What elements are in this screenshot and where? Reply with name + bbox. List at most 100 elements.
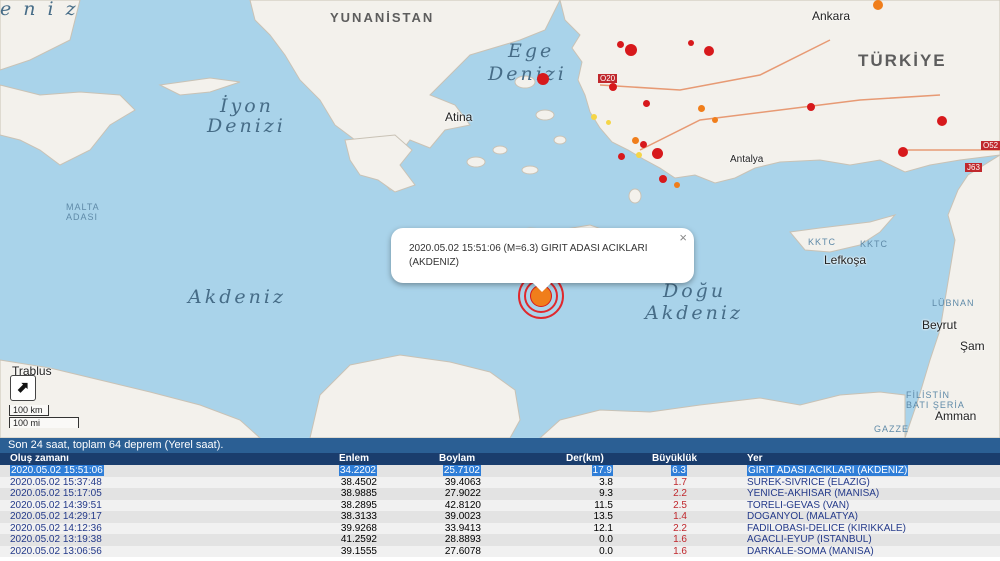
header-time[interactable]: Oluş zamanı bbox=[10, 453, 69, 465]
city-label-amman: Amman bbox=[935, 409, 977, 423]
quake-marker[interactable] bbox=[537, 73, 549, 85]
cell-place: DARKALE-SOMA (MANISA) bbox=[747, 546, 874, 558]
cell-mag-text: 6.3 bbox=[671, 465, 687, 476]
table-row[interactable]: 2020.05.02 15:37:48 38.4502 39.4063 3.8 1.7 S… bbox=[0, 476, 1000, 489]
region-label-kktc: KKTC bbox=[808, 237, 837, 247]
sea-label-iyon-1: İyon bbox=[220, 95, 274, 117]
cell-place: AGACLI-EYUP (ISTANBUL) bbox=[747, 534, 872, 546]
table-row[interactable]: 2020.05.02 15:17:05 38.9885 27.9022 9.3 2.2 Y… bbox=[0, 488, 1000, 500]
cell-place-text: GIRIT ADASI ACIKLARI (AKDENIZ) bbox=[747, 465, 909, 476]
quake-marker[interactable] bbox=[937, 116, 947, 126]
scale-bar: 100 km 100 mi bbox=[9, 405, 79, 428]
road-shield-j63: J63 bbox=[965, 163, 982, 172]
sea-label-dogu-1: Doğu bbox=[663, 280, 727, 302]
header-place[interactable]: Yer bbox=[747, 453, 763, 465]
quake-marker[interactable] bbox=[625, 44, 637, 56]
cell-place: TORELI-GEVAS (VAN) bbox=[747, 500, 849, 512]
quake-marker[interactable] bbox=[606, 120, 611, 125]
table-row[interactable]: 2020.05.02 13:06:56 39.1555 27.6078 0.0 1.6 D… bbox=[0, 545, 1000, 558]
region-label-kktc-2: KKTC bbox=[860, 239, 889, 249]
cell-mag: 1.7 bbox=[0, 477, 687, 489]
cell-mag: 6.3 bbox=[0, 465, 687, 477]
quake-marker[interactable] bbox=[807, 103, 815, 111]
quake-marker[interactable] bbox=[617, 41, 624, 48]
island-label-malta-1: MALTA bbox=[66, 202, 100, 212]
island-label-malta-2: ADASI bbox=[66, 212, 99, 222]
road-shield-o20: O20 bbox=[598, 74, 618, 83]
quake-marker[interactable] bbox=[698, 105, 705, 112]
quake-marker[interactable] bbox=[674, 182, 680, 188]
cell-mag: 1.6 bbox=[0, 546, 687, 558]
cell-mag-text: 1.6 bbox=[673, 534, 687, 545]
cell-place: SUREK-SIVRICE (ELAZIG) bbox=[747, 477, 870, 489]
quake-marker[interactable] bbox=[873, 0, 883, 10]
map-view[interactable]: e n i z YUNANİSTAN TÜRKİYE Ege Denizi İy… bbox=[0, 0, 1000, 438]
cell-place-text: AGACLI-EYUP (ISTANBUL) bbox=[747, 534, 872, 545]
cell-place-text: YENICE-AKHISAR (MANISA) bbox=[747, 488, 880, 499]
quake-marker[interactable] bbox=[659, 175, 667, 183]
country-label-greece: YUNANİSTAN bbox=[330, 10, 435, 25]
cell-place: DOGANYOL (MALATYA) bbox=[747, 511, 858, 523]
sea-label-akdeniz: Akdeniz bbox=[188, 286, 286, 308]
city-label-sam: Şam bbox=[960, 339, 985, 353]
scale-km: 100 km bbox=[9, 405, 49, 416]
cell-mag-text: 2.2 bbox=[673, 488, 687, 499]
quake-marker[interactable] bbox=[632, 137, 639, 144]
sea-label-dogu-2: Akdeniz bbox=[645, 302, 743, 324]
cell-mag: 2.2 bbox=[0, 523, 687, 535]
quake-marker[interactable] bbox=[636, 152, 642, 158]
quake-marker[interactable] bbox=[640, 141, 647, 148]
sea-label-ege-1: Ege bbox=[508, 40, 555, 62]
cell-place: FADILOBASI-DELICE (KIRIKKALE) bbox=[747, 523, 906, 535]
cell-mag-text: 2.2 bbox=[673, 522, 687, 534]
region-label-lubnan: LÜBNAN bbox=[932, 298, 975, 308]
cell-place-text: DOGANYOL (MALATYA) bbox=[747, 511, 858, 522]
quake-marker[interactable] bbox=[898, 147, 908, 157]
quake-marker[interactable] bbox=[609, 83, 617, 91]
cell-place-text: FADILOBASI-DELICE (KIRIKKALE) bbox=[747, 522, 906, 534]
quake-marker[interactable] bbox=[688, 40, 694, 46]
popup-close-button[interactable]: × bbox=[679, 230, 687, 245]
quake-marker[interactable] bbox=[618, 153, 625, 160]
quake-popup: 2020.05.02 15:51:06 (M=6.3) GIRIT ADASI … bbox=[391, 228, 694, 292]
region-label-filistin: FİLİSTİN bbox=[906, 390, 951, 400]
quake-marker[interactable] bbox=[704, 46, 714, 56]
city-label-atina: Atina bbox=[445, 110, 473, 124]
sea-label-topleft: e n i z bbox=[0, 0, 79, 20]
header-mag[interactable]: Büyüklük bbox=[652, 453, 697, 465]
sea-label-iyon-2: Denizi bbox=[207, 115, 286, 137]
earthquake-table: Oluş zamanı Enlem Boylam Der(km) Büyüklü… bbox=[0, 453, 1000, 561]
header-depth[interactable]: Der(km) bbox=[566, 453, 604, 465]
expand-arrow-icon[interactable]: ⬈ bbox=[10, 375, 36, 401]
city-label-ankara: Ankara bbox=[812, 9, 851, 23]
cell-mag-text: 1.7 bbox=[673, 476, 687, 488]
cell-place: GIRIT ADASI ACIKLARI (AKDENIZ) bbox=[747, 465, 909, 477]
country-label-turkey: TÜRKİYE bbox=[858, 51, 947, 70]
cell-place-text: DARKALE-SOMA (MANISA) bbox=[747, 545, 874, 557]
cell-mag: 1.4 bbox=[0, 511, 687, 523]
quake-marker[interactable] bbox=[643, 100, 650, 107]
summary-bar: Son 24 saat, toplam 64 deprem (Yerel saa… bbox=[0, 438, 1000, 453]
road-shield-o52: O52 bbox=[981, 141, 1000, 150]
header-lon[interactable]: Boylam bbox=[439, 453, 475, 465]
table-row[interactable]: 2020.05.02 14:29:17 38.3133 39.0023 13.5 1.4… bbox=[0, 511, 1000, 523]
cell-mag: 2.2 bbox=[0, 488, 687, 500]
region-label-gazze: GAZZE bbox=[874, 424, 910, 434]
quake-marker[interactable] bbox=[712, 117, 718, 123]
table-row[interactable]: 2020.05.02 15:51:06 34.2202 25.7102 17.9 6.3… bbox=[0, 465, 1000, 477]
sea-label-ege-2: Denizi bbox=[488, 63, 567, 85]
quake-marker[interactable] bbox=[591, 114, 597, 120]
table-header: Oluş zamanı Enlem Boylam Der(km) Büyüklü… bbox=[0, 453, 1000, 465]
table-row[interactable]: 2020.05.02 14:39:51 38.2895 42.8120 11.5 2.5… bbox=[0, 499, 1000, 512]
cell-mag: 1.6 bbox=[0, 534, 687, 546]
quake-marker[interactable] bbox=[652, 148, 663, 159]
cell-place-text: SUREK-SIVRICE (ELAZIG) bbox=[747, 476, 870, 488]
city-label-beyrut: Beyrut bbox=[922, 318, 957, 332]
cell-mag: 2.5 bbox=[0, 500, 687, 512]
cell-mag-text: 1.4 bbox=[673, 511, 687, 522]
header-lat[interactable]: Enlem bbox=[339, 453, 369, 465]
cell-place: YENICE-AKHISAR (MANISA) bbox=[747, 488, 879, 500]
table-row[interactable]: 2020.05.02 13:19:38 41.2592 28.8893 0.0 1.6 A… bbox=[0, 534, 1000, 546]
table-row[interactable]: 2020.05.02 14:12:36 39.9268 33.9413 12.1 2.2… bbox=[0, 522, 1000, 535]
scale-mi: 100 mi bbox=[9, 417, 79, 428]
